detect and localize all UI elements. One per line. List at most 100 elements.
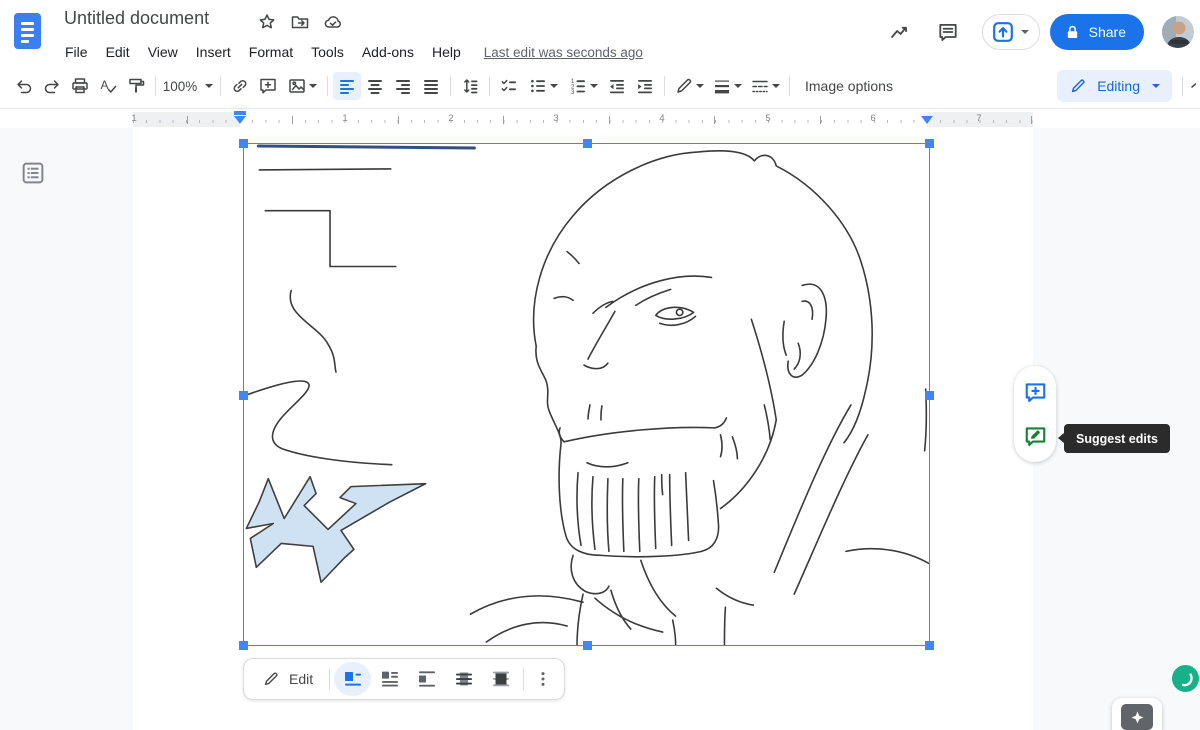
document-title[interactable]: Untitled document <box>64 8 209 29</box>
ruler[interactable]: 1 1 2 3 4 5 6 7 <box>0 110 1200 128</box>
last-edit-link[interactable]: Last edit was seconds ago <box>484 45 643 60</box>
insert-image-button[interactable] <box>282 72 322 100</box>
line-spacing-button[interactable] <box>456 72 484 100</box>
ruler-number: 1 <box>131 113 136 124</box>
present-button[interactable] <box>982 14 1040 50</box>
separator <box>489 76 490 96</box>
decrease-indent-button[interactable] <box>603 72 631 100</box>
suggest-edits-button[interactable] <box>1017 418 1053 454</box>
left-indent-marker[interactable] <box>234 116 246 124</box>
margin-action-pill <box>1014 366 1056 462</box>
line-weight-caret-icon <box>734 84 742 88</box>
comment-history-button[interactable] <box>928 12 968 52</box>
image-options-button[interactable]: Image options <box>795 78 903 94</box>
resize-handle-w[interactable] <box>239 391 248 400</box>
spellcheck-button[interactable]: A <box>94 72 122 100</box>
editing-mode-label: Editing <box>1097 78 1140 94</box>
svg-text:3: 3 <box>571 90 575 96</box>
align-justify-button[interactable] <box>417 72 445 100</box>
present-caret-icon <box>1021 30 1029 34</box>
wrap-inline-button[interactable] <box>334 662 371 696</box>
show-outline-button[interactable] <box>16 156 50 190</box>
resize-handle-n[interactable] <box>583 139 592 148</box>
share-label: Share <box>1089 24 1126 40</box>
increase-indent-button[interactable] <box>631 72 659 100</box>
title-actions <box>256 11 343 32</box>
separator <box>329 668 330 690</box>
zoom-select[interactable]: 100% <box>161 72 215 100</box>
more-options-button[interactable] <box>528 662 558 696</box>
add-comment-margin-button[interactable] <box>1017 374 1053 410</box>
explore-button[interactable] <box>1112 698 1162 730</box>
right-indent-marker[interactable] <box>921 116 933 124</box>
menu-bar: File Edit View Insert Format Tools Add-o… <box>56 40 643 64</box>
selected-image[interactable] <box>243 143 930 646</box>
editing-pencil-icon <box>1069 77 1087 95</box>
border-color-button[interactable] <box>670 72 708 100</box>
resize-handle-se[interactable] <box>925 641 934 650</box>
thanos-line-drawing <box>244 144 929 645</box>
numbered-list-button[interactable]: 123 <box>563 72 603 100</box>
paint-format-button[interactable] <box>122 72 150 100</box>
add-comment-button[interactable] <box>254 72 282 100</box>
resize-handle-sw[interactable] <box>239 641 248 650</box>
separator <box>1182 76 1183 96</box>
document-stats-button[interactable] <box>880 12 920 52</box>
assistant-status-icon[interactable] <box>1172 665 1199 692</box>
menu-view[interactable]: View <box>139 41 187 63</box>
resize-handle-ne[interactable] <box>925 139 934 148</box>
align-left-button[interactable] <box>333 72 361 100</box>
line-dash-button[interactable] <box>746 72 784 100</box>
menu-edit[interactable]: Edit <box>97 41 139 63</box>
align-center-button[interactable] <box>361 72 389 100</box>
image-toolbar: Edit <box>243 658 565 700</box>
tooltip-text: Suggest edits <box>1076 432 1158 446</box>
docs-logo-icon[interactable] <box>14 13 41 49</box>
menu-help[interactable]: Help <box>423 41 470 63</box>
print-button[interactable] <box>66 72 94 100</box>
separator <box>523 668 524 690</box>
bulleted-list-caret-icon <box>550 84 558 88</box>
break-text-button[interactable] <box>408 662 445 696</box>
ruler-number: 5 <box>765 113 770 124</box>
separator <box>155 76 156 96</box>
undo-button[interactable] <box>10 72 38 100</box>
resize-handle-s[interactable] <box>583 641 592 650</box>
move-folder-icon[interactable] <box>289 11 310 32</box>
redo-button[interactable] <box>38 72 66 100</box>
explore-star-icon <box>1121 704 1153 730</box>
cloud-saved-icon[interactable] <box>322 11 343 32</box>
resize-handle-e[interactable] <box>925 391 934 400</box>
zoom-caret-icon <box>205 84 213 88</box>
avatar[interactable] <box>1162 16 1194 48</box>
ruler-number: 1 <box>342 113 347 124</box>
separator <box>664 76 665 96</box>
behind-text-button[interactable] <box>445 662 482 696</box>
image-edit-label: Edit <box>289 671 313 687</box>
align-right-button[interactable] <box>389 72 417 100</box>
google-docs-app: Untitled document File Edit View Insert … <box>0 0 1200 730</box>
collapse-toolbar-button[interactable] <box>1188 75 1196 97</box>
first-line-indent-marker[interactable] <box>234 111 246 115</box>
share-button[interactable]: Share <box>1050 14 1144 50</box>
separator <box>789 76 790 96</box>
insert-link-button[interactable] <box>226 72 254 100</box>
menu-insert[interactable]: Insert <box>187 41 240 63</box>
editing-mode-button[interactable]: Editing <box>1057 70 1172 102</box>
lock-icon <box>1064 24 1081 41</box>
checklist-button[interactable] <box>495 72 523 100</box>
image-edit-button[interactable]: Edit <box>250 659 325 699</box>
separator <box>220 76 221 96</box>
star-icon[interactable] <box>256 11 277 32</box>
menu-file[interactable]: File <box>56 41 97 63</box>
wrap-text-button[interactable] <box>371 662 408 696</box>
line-weight-button[interactable] <box>708 72 746 100</box>
menu-addons[interactable]: Add-ons <box>353 41 423 63</box>
menu-tools[interactable]: Tools <box>302 41 353 63</box>
menu-format[interactable]: Format <box>240 41 302 63</box>
ruler-number: 6 <box>870 113 875 124</box>
resize-handle-nw[interactable] <box>239 139 248 148</box>
bulleted-list-button[interactable] <box>523 72 563 100</box>
in-front-of-text-button[interactable] <box>482 662 519 696</box>
editing-mode-caret-icon <box>1152 84 1160 88</box>
